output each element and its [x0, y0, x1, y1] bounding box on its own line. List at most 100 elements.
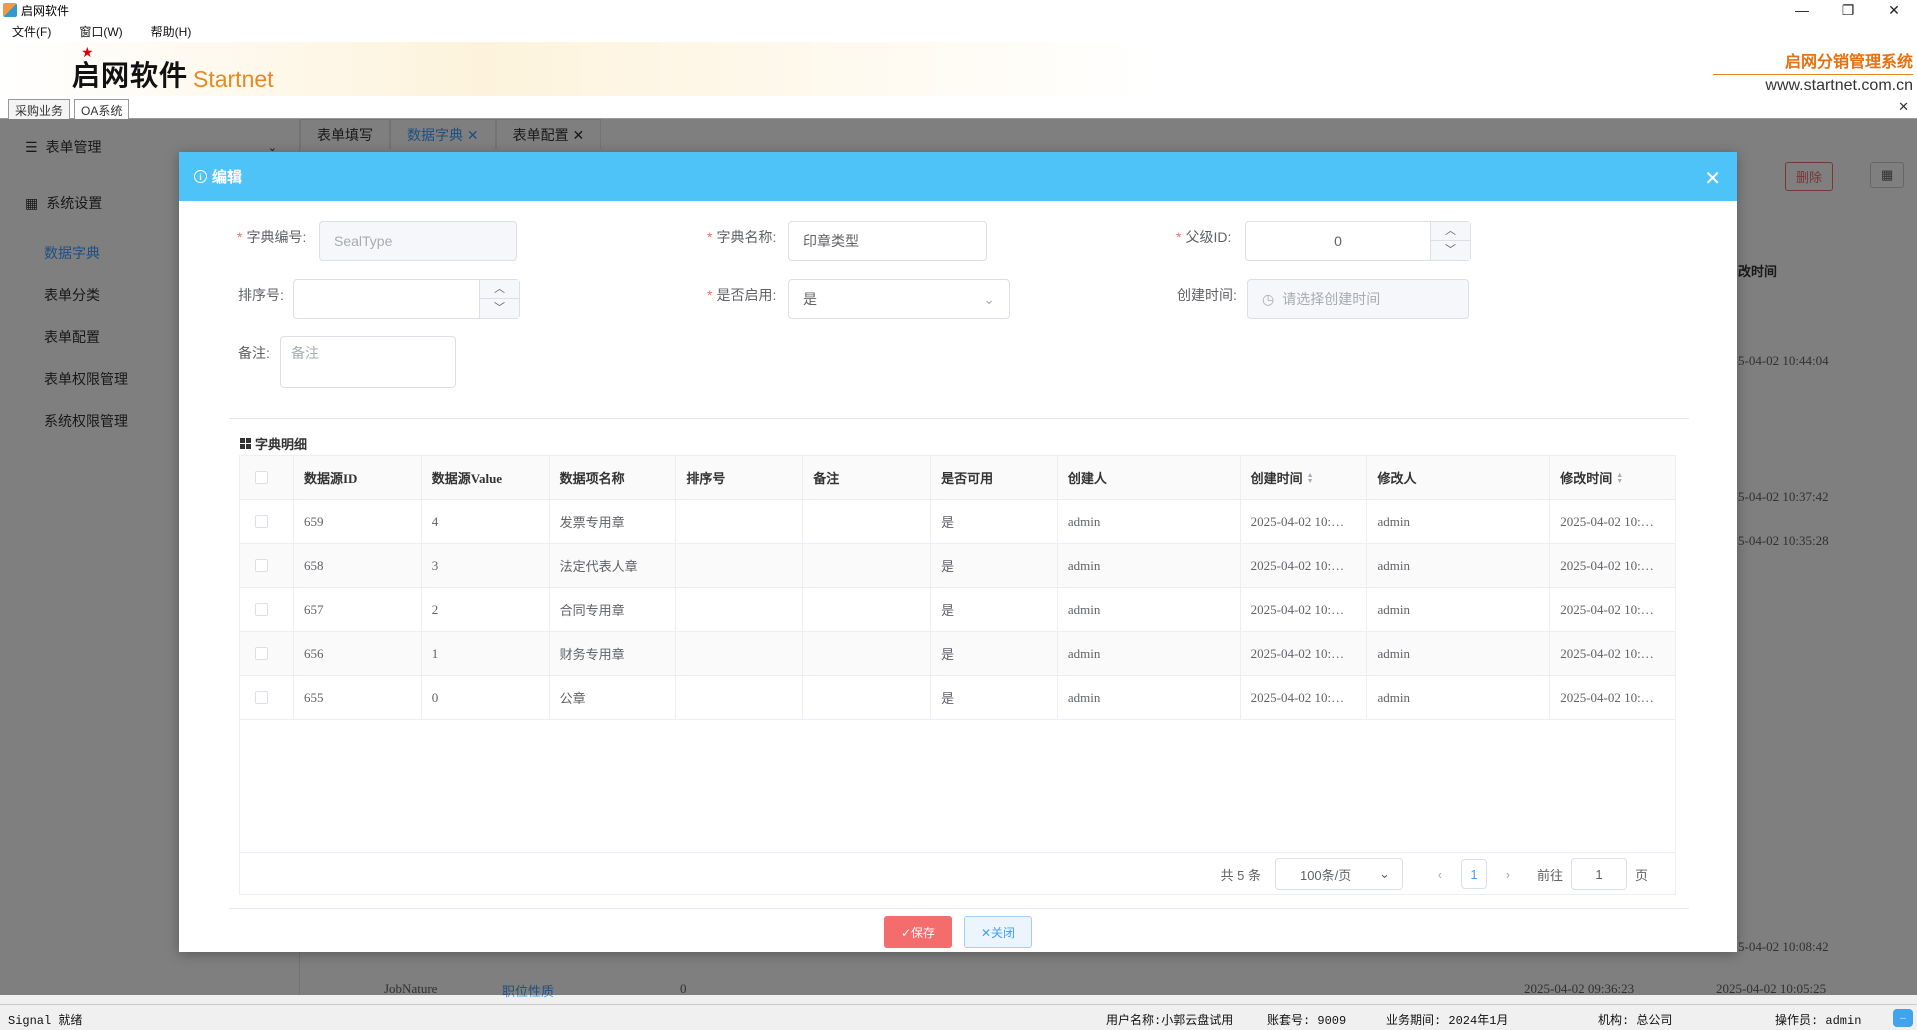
- menu-help[interactable]: 帮助(H): [151, 23, 192, 40]
- cell-modifier: admin: [1367, 588, 1551, 631]
- table-row[interactable]: 657 2 合同专用章是 admin 2025-04-02 10:… admin 2025-…: [240, 588, 1675, 632]
- created-time-picker: ◷ 请选择创建时间: [1247, 279, 1469, 319]
- col-creator: 创建人: [1058, 456, 1241, 499]
- cell-creator: admin: [1058, 544, 1241, 587]
- row-checkbox[interactable]: [240, 676, 294, 719]
- module-tab-oa[interactable]: OA系统: [74, 99, 130, 119]
- cell-modified-time: 2025-04-02 10:…: [1560, 689, 1654, 705]
- minimize-button[interactable]: —: [1779, 0, 1825, 20]
- dict-name-input[interactable]: 印章类型: [788, 221, 987, 261]
- increment-icon[interactable]: ︿: [1431, 222, 1470, 241]
- status-period: 业务期间: 2024年1月: [1386, 1014, 1509, 1028]
- decrement-icon[interactable]: ﹀: [1431, 241, 1470, 260]
- cell-value: 4: [422, 500, 550, 543]
- page-size-select[interactable]: 100条/页 ⌄: [1274, 858, 1403, 890]
- increment-icon[interactable]: ︿: [480, 280, 519, 299]
- col-created-time[interactable]: 创建时间 ▲ ▼: [1241, 456, 1368, 499]
- cell-enabled: 是: [931, 588, 1058, 631]
- cell-sort: [676, 544, 804, 587]
- cell-item-name: 合同专用章: [550, 588, 677, 631]
- module-tab-purchase[interactable]: 采购业务: [8, 99, 71, 119]
- row-checkbox[interactable]: [240, 500, 294, 543]
- cell-enabled: 是: [931, 500, 1058, 543]
- next-page-icon[interactable]: ›: [1493, 867, 1523, 882]
- parent-id-stepper[interactable]: 0 ︿ ﹀: [1245, 221, 1471, 261]
- sort-stepper[interactable]: ︿ ﹀: [293, 279, 520, 319]
- window-close-button[interactable]: ✕: [1871, 0, 1917, 20]
- grid-icon: [240, 438, 251, 449]
- menu-bar: 文件(F) 窗口(W) 帮助(H): [0, 20, 1917, 42]
- status-org: 机构: 总公司: [1598, 1014, 1673, 1028]
- window-title: 启网软件: [21, 3, 70, 18]
- remark-textarea[interactable]: 备注: [280, 336, 456, 388]
- row-checkbox[interactable]: [240, 544, 294, 587]
- cell-id: 656: [294, 632, 422, 675]
- enabled-label: * 是否启用:: [707, 287, 777, 303]
- cell-created-time: 2025-04-02 10:…: [1241, 676, 1368, 719]
- chevron-down-icon: ⌄: [1379, 866, 1390, 881]
- product-name: 启网分销管理系统: [1784, 54, 1913, 71]
- cell-value: 0: [422, 676, 550, 719]
- cell-id: 659: [294, 500, 422, 543]
- website-url: www.startnet.com.cn: [1765, 77, 1913, 94]
- info-icon: i: [194, 170, 207, 183]
- col-modifier: 修改人: [1367, 456, 1551, 499]
- cell-modified-time: 2025-04-02 10:…: [1560, 645, 1654, 661]
- enabled-select[interactable]: 是 ⌄: [788, 279, 1010, 319]
- cell-item-name: 发票专用章: [550, 500, 677, 543]
- cell-enabled: 是: [931, 676, 1058, 719]
- table-row[interactable]: 659 4 发票专用章是 admin 2025-04-02 10:… admin 2025-…: [240, 500, 1675, 544]
- sort-icon[interactable]: ▲ ▼: [1307, 471, 1314, 484]
- cell-enabled: 是: [931, 632, 1058, 675]
- prev-page-icon[interactable]: ‹: [1425, 867, 1455, 882]
- cell-modified-time: 2025-04-02 10:…: [1560, 557, 1654, 573]
- page-number[interactable]: 1: [1460, 859, 1487, 889]
- remark-label: 备注:: [238, 345, 270, 361]
- row-checkbox[interactable]: [240, 632, 294, 675]
- close-icon[interactable]: ✕: [1898, 99, 1909, 115]
- status-user: 用户名称:小郭云盘试用: [1106, 1014, 1234, 1028]
- restore-button[interactable]: ❐: [1825, 0, 1871, 20]
- dialog-close-icon[interactable]: ✕: [1704, 166, 1721, 191]
- cell-remark: [803, 632, 932, 675]
- status-bar: Signal 就绪 用户名称:小郭云盘试用 账套号: 9009 业务期间: 20…: [0, 1004, 1917, 1030]
- cell-item-name: 财务专用章: [550, 632, 677, 675]
- select-all-checkbox[interactable]: [240, 456, 294, 499]
- col-modified-time[interactable]: 修改时间 ▲ ▼: [1550, 456, 1675, 499]
- save-button[interactable]: ✓保存: [884, 916, 952, 948]
- chat-icon[interactable]: …: [1893, 1009, 1913, 1027]
- col-remark: 备注: [803, 456, 932, 499]
- detail-table: 数据源ID 数据源Value 数据项名称 排序号 备注 是否可用 创建人 创建时…: [239, 455, 1676, 895]
- created-time-placeholder: 请选择创建时间: [1282, 291, 1381, 307]
- row-checkbox[interactable]: [240, 588, 294, 631]
- app-icon: [3, 3, 17, 17]
- cell-id: 655: [294, 676, 422, 719]
- cell-remark: [803, 588, 932, 631]
- table-row[interactable]: 656 1 财务专用章是 admin 2025-04-02 10:… admin 2025-…: [240, 632, 1675, 676]
- decrement-icon[interactable]: ﹀: [480, 299, 519, 318]
- menu-window[interactable]: 窗口(W): [79, 23, 122, 40]
- table-row[interactable]: 655 0 公章是 admin 2025-04-02 10:… admin 2025-04-…: [240, 676, 1675, 720]
- table-row[interactable]: 658 3 法定代表人章是 admin 2025-04-02 10:… admin 2025…: [240, 544, 1675, 588]
- col-value: 数据源Value: [422, 456, 550, 499]
- page-suffix: 页: [1634, 867, 1648, 883]
- cell-sort: [676, 632, 804, 675]
- cell-created-time: 2025-04-02 10:…: [1241, 588, 1368, 631]
- logo-text: 启网软件: [72, 60, 189, 91]
- close-button[interactable]: ✕关闭: [964, 916, 1032, 948]
- sort-icon[interactable]: ▲ ▼: [1616, 471, 1623, 484]
- cell-sort: [676, 588, 804, 631]
- dialog-title: 编辑: [212, 169, 243, 186]
- clock-icon: ◷: [1262, 290, 1275, 307]
- col-id: 数据源ID: [294, 456, 422, 499]
- sort-value[interactable]: [294, 280, 479, 318]
- cell-remark: [803, 676, 932, 719]
- section-title: 字典明细: [240, 434, 307, 453]
- goto-input[interactable]: 1: [1570, 858, 1627, 890]
- cell-enabled: 是: [931, 544, 1058, 587]
- parent-id-value[interactable]: 0: [1246, 222, 1430, 260]
- menu-file[interactable]: 文件(F): [12, 23, 51, 40]
- cell-modifier: admin: [1367, 500, 1551, 543]
- col-enabled: 是否可用: [931, 456, 1058, 499]
- cell-modifier: admin: [1367, 676, 1551, 719]
